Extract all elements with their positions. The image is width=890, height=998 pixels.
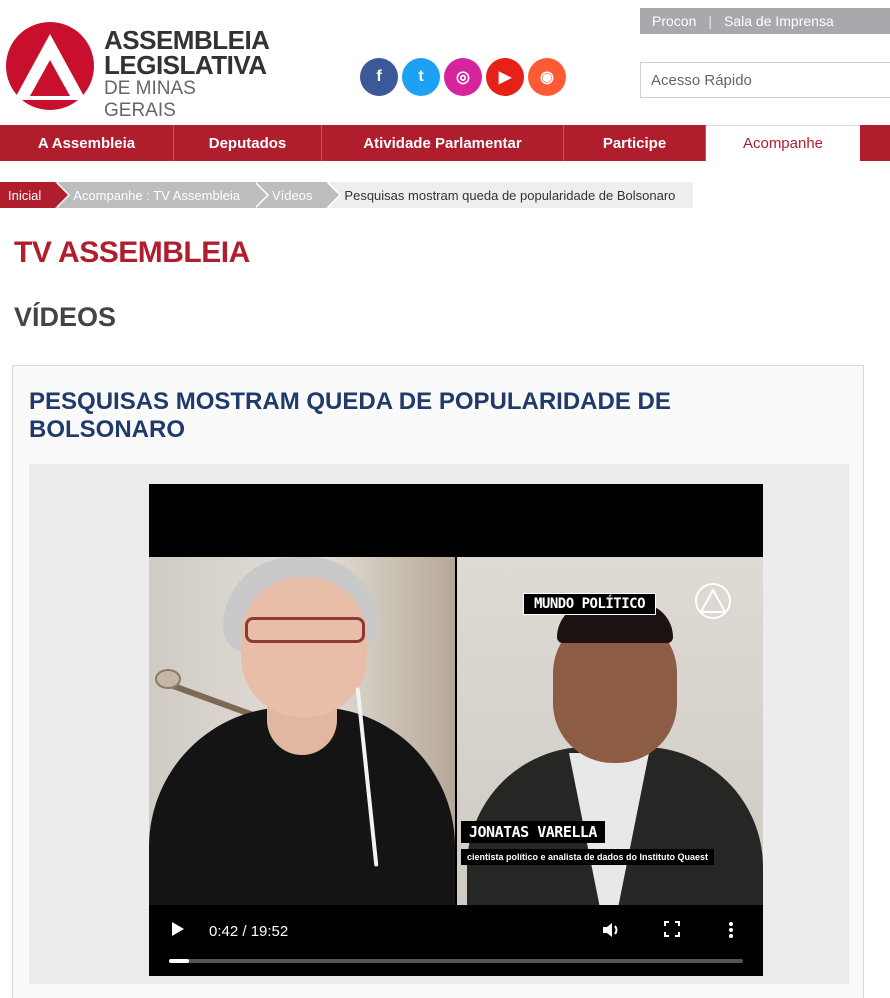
more-vertical-icon [729, 922, 733, 938]
breadcrumb-home[interactable]: Inicial [0, 182, 71, 208]
progress-bar[interactable] [169, 959, 743, 963]
breadcrumb-home-label: Inicial [8, 187, 42, 203]
breadcrumb-acompanhe-tv-label: Acompanhe : TV Assembleia [73, 187, 240, 203]
time-display: 0:42 / 19:52 [209, 923, 289, 940]
twitter-icon[interactable]: t [402, 58, 440, 96]
more-options-button[interactable] [723, 921, 739, 943]
triangle-logo-icon [699, 587, 727, 613]
nav-item-acompanhe[interactable]: Acompanhe [706, 125, 860, 161]
program-badge: MUNDO POLÍTICO [523, 593, 657, 615]
social-links: f t ◎ ▶ ◉ [360, 58, 566, 96]
glasses [245, 617, 365, 643]
sala-de-imprensa-link[interactable]: Sala de Imprensa [712, 13, 846, 29]
lamp-head [155, 669, 181, 689]
video-title[interactable]: PESQUISAS MOSTRAM QUEDA DE POPULARIDADE … [29, 388, 749, 444]
breadcrumb-arrow [55, 182, 69, 208]
instagram-icon[interactable]: ◎ [444, 58, 482, 96]
page-title: TV ASSEMBLEIA [14, 236, 250, 269]
play-button[interactable] [171, 921, 191, 943]
main-nav: A Assembleia Deputados Atividade Parlame… [0, 125, 890, 161]
woman-face [241, 577, 367, 717]
fullscreen-icon [664, 921, 680, 937]
breadcrumb-arrow [326, 182, 340, 208]
video-left-panel [149, 557, 455, 927]
site-logo[interactable]: ASSEMBLEIA LEGISLATIVA DE MINAS GERAIS [0, 18, 270, 121]
breadcrumb-acompanhe-tv[interactable]: Acompanhe : TV Assembleia [55, 182, 269, 208]
breadcrumb-videos-label: Vídeos [271, 187, 313, 203]
video-player[interactable]: MUNDO POLÍTICO JONATAS VARELLA cientista… [149, 484, 763, 976]
soundcloud-icon[interactable]: ◉ [528, 58, 566, 96]
nav-item-a-assembleia[interactable]: A Assembleia [0, 125, 174, 161]
nav-item-atividade-parlamentar[interactable]: Atividade Parlamentar [322, 125, 564, 161]
quick-access-search-input[interactable] [640, 62, 890, 98]
youtube-icon[interactable]: ▶ [486, 58, 524, 96]
breadcrumb: Inicial Acompanhe : TV Assembleia Vídeos… [0, 182, 694, 208]
logo-line-legislativa: LEGISLATIVA [104, 50, 267, 80]
volume-button[interactable] [599, 921, 623, 943]
procon-link[interactable]: Procon [640, 13, 708, 29]
almg-logo-icon [6, 22, 94, 110]
breadcrumb-arrow [253, 182, 267, 208]
fullscreen-button[interactable] [661, 921, 683, 943]
progress-fill [169, 959, 190, 963]
nav-item-participe[interactable]: Participe [564, 125, 706, 161]
facebook-icon[interactable]: f [360, 58, 398, 96]
nav-item-deputados[interactable]: Deputados [174, 125, 322, 161]
guest-role: cientista político e analista de dados d… [461, 849, 715, 865]
guest-name: JONATAS VARELLA [461, 821, 605, 843]
section-title: VÍDEOS [14, 302, 117, 332]
video-card: PESQUISAS MOSTRAM QUEDA DE POPULARIDADE … [12, 365, 864, 998]
program-logo-icon [695, 583, 731, 619]
utility-separator: | [708, 13, 712, 29]
logo-line-minas-gerais: DE MINAS GERAIS [104, 78, 196, 121]
video-controls: 0:42 / 19:52 [149, 905, 763, 976]
video-container: MUNDO POLÍTICO JONATAS VARELLA cientista… [29, 464, 849, 984]
volume-icon [603, 923, 618, 937]
utility-bar: Procon | Sala de Imprensa [640, 8, 890, 34]
video-frame: MUNDO POLÍTICO JONATAS VARELLA cientista… [149, 557, 763, 927]
play-icon [172, 922, 184, 936]
breadcrumb-current: Pesquisas mostram queda de popularidade … [326, 182, 694, 208]
